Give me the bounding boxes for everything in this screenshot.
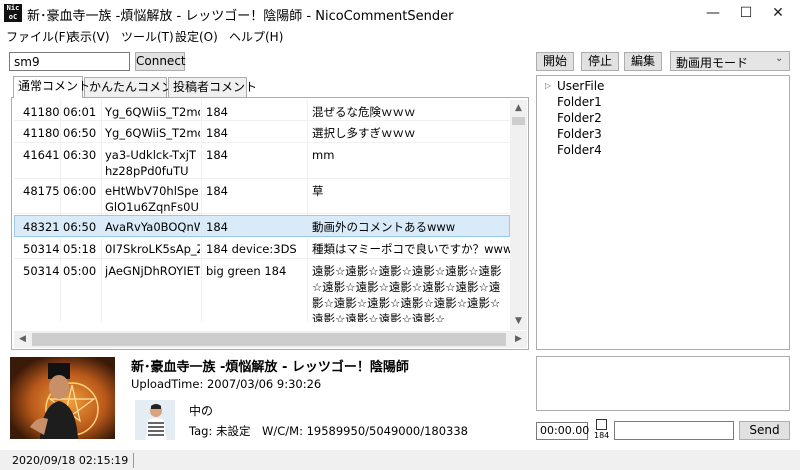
maximize-icon: ☐: [739, 5, 753, 21]
tab-easy-comments[interactable]: かんたんコメント: [84, 77, 185, 97]
comment-user: eHtWbV70hlSpeGlO1u6ZqnFs0U: [105, 184, 199, 214]
tab-normal-comments[interactable]: 通常コメント: [13, 76, 90, 98]
menu-bar: ファイル(F) 表示(V) ツール(T) 設定(O) ヘルプ(H): [0, 26, 800, 46]
title-bar: Nic oC 新･豪血寺一族 -煩悩解放 - レッツゴー！陰陽師 - NicoC…: [0, 0, 800, 26]
comment-time: 06:50: [63, 126, 97, 140]
tree-item-folder1[interactable]: Folder1: [557, 95, 602, 109]
comment-mail: 184: [206, 148, 228, 162]
tag-line: Tag: 未設定 W/C/M: 19589950/5049000/180338: [189, 424, 468, 438]
comment-memo-box[interactable]: [536, 356, 790, 411]
folder-tree[interactable]: ▷ UserFile Folder1 Folder2 Folder3 Folde…: [536, 75, 790, 350]
comment-text: 動画外のコメントあるwww: [312, 220, 456, 234]
anonymous-checkbox[interactable]: [596, 419, 607, 430]
menu-tools[interactable]: ツール(T): [119, 28, 176, 45]
menu-settings[interactable]: 設定(O): [173, 28, 220, 45]
expand-arrow-icon[interactable]: ▷: [545, 81, 551, 90]
comment-time: 06:00: [63, 184, 97, 198]
table-row[interactable]: 41641 06:30 ya3-Udklck-TxjThz28pPd0fuTU …: [14, 143, 510, 179]
status-divider: [133, 453, 134, 468]
uploader-avatar: [135, 400, 175, 440]
table-row[interactable]: 50314 05:00 jAeGNjDhROYIETE big green 18…: [14, 259, 510, 322]
start-button[interactable]: 開始: [536, 52, 574, 71]
uploader-name: 中の: [189, 404, 214, 418]
horizontal-scroll-thumb[interactable]: [32, 333, 506, 346]
comment-grid[interactable]: 41180 06:01 Yg_6QWiiS_T2mq3 184 混ぜるな危険ｗｗ…: [14, 100, 510, 322]
table-row[interactable]: 50314 05:18 0I7SkroLK5sAp_Zr 184 device:…: [14, 237, 510, 259]
comment-no: 50314: [23, 242, 59, 256]
comment-no: 41180: [23, 126, 59, 140]
close-icon: ✕: [772, 5, 784, 21]
comment-user: jAeGNjDhROYIETE: [105, 264, 200, 278]
comment-no: 48321: [23, 220, 59, 234]
comment-text: 混ぜるな危険ｗｗｗ: [312, 105, 416, 119]
comment-user: Yg_6QWiiS_T2mq3: [105, 126, 200, 140]
minimize-icon: —: [706, 5, 720, 21]
tree-item-folder2[interactable]: Folder2: [557, 111, 602, 125]
comment-user: 0I7SkroLK5sAp_Zr: [105, 242, 200, 256]
vertical-scrollbar[interactable]: ▲ ▼: [510, 100, 527, 330]
window-title: 新･豪血寺一族 -煩悩解放 - レッツゴー！陰陽師 - NicoCommentS…: [27, 9, 454, 24]
comment-no: 41180: [23, 105, 59, 119]
comment-time: 05:00: [63, 264, 97, 278]
comment-mail: big green 184: [206, 264, 287, 278]
comment-text: mm: [312, 148, 335, 162]
anonymous-label: 184: [594, 431, 610, 440]
table-row-selected[interactable]: 48321 06:50 AvaRvYa0BOQnWt 184 動画外のコメントあ…: [14, 215, 510, 237]
video-id-input[interactable]: sm9: [9, 52, 130, 71]
scroll-down-icon[interactable]: ▼: [510, 313, 527, 330]
comment-mail: 184: [206, 105, 228, 119]
vpos-input[interactable]: 00:00.00: [536, 422, 589, 440]
comment-user: AvaRvYa0BOQnWt: [105, 220, 200, 234]
tab-owner-comments[interactable]: 投稿者コメント: [168, 77, 257, 97]
send-button[interactable]: Send: [739, 421, 790, 440]
comment-text: 遠影☆遠影☆遠影☆遠影☆遠影☆遠影☆遠影☆遠影☆遠影☆遠影☆遠影☆遠影☆遠影☆遠…: [312, 264, 502, 322]
thumbnail-image: [10, 357, 115, 439]
app-icon: Nic oC: [4, 4, 22, 22]
comment-time: 06:30: [63, 148, 97, 162]
comment-text: 種類はマミーポコで良いですか？wwww: [312, 242, 510, 256]
connect-button[interactable]: Connect: [135, 52, 186, 71]
stop-button[interactable]: 停止: [581, 52, 619, 71]
comment-text: 選択し多すぎｗｗｗ: [312, 126, 416, 140]
comment-time: 05:18: [63, 242, 97, 256]
comment-no: 41641: [23, 148, 59, 162]
status-datetime: 2020/09/18 02:15:19: [12, 454, 129, 467]
upload-time: UploadTime: 2007/03/06 9:30:26: [131, 377, 322, 391]
table-row[interactable]: 41180 06:01 Yg_6QWiiS_T2mq3 184 混ぜるな危険ｗｗ…: [14, 100, 510, 121]
comment-user: ya3-Udklck-TxjThz28pPd0fuTU: [105, 148, 197, 178]
video-title: 新･豪血寺一族 -煩悩解放 - レッツゴー！陰陽師: [131, 360, 409, 375]
tree-item-userfile[interactable]: UserFile: [557, 79, 604, 93]
comment-mail: 184: [206, 220, 228, 234]
comment-mail: 184 device:3DS: [206, 242, 297, 256]
comment-input[interactable]: [614, 421, 734, 440]
vertical-scroll-thumb[interactable]: [512, 117, 525, 125]
comment-user: Yg_6QWiiS_T2mq3: [105, 105, 200, 119]
tree-item-folder4[interactable]: Folder4: [557, 143, 602, 157]
comment-mail: 184: [206, 126, 228, 140]
scroll-up-icon[interactable]: ▲: [510, 100, 527, 117]
comment-text: 草: [312, 184, 324, 198]
menu-help[interactable]: ヘルプ(H): [227, 28, 285, 45]
edit-button[interactable]: 編集: [624, 52, 662, 71]
table-row[interactable]: 41180 06:50 Yg_6QWiiS_T2mq3 184 選択し多すぎｗｗ…: [14, 121, 510, 143]
menu-file[interactable]: ファイル(F): [4, 28, 72, 45]
comment-no: 48175: [23, 184, 59, 198]
scroll-right-icon[interactable]: ▶: [510, 331, 527, 348]
mode-select-value: 動画用モード: [676, 56, 749, 70]
comment-no: 50314: [23, 264, 59, 278]
avatar-image: [135, 400, 175, 440]
chevron-down-icon: ⌄: [775, 53, 784, 64]
scroll-left-icon[interactable]: ◀: [14, 331, 31, 348]
status-bar: 2020/09/18 02:15:19: [0, 450, 800, 470]
comment-mail: 184: [206, 184, 228, 198]
table-row[interactable]: 48175 06:00 eHtWbV70hlSpeGlO1u6ZqnFs0U 1…: [14, 179, 510, 214]
menu-view[interactable]: 表示(V): [66, 28, 112, 45]
close-button[interactable]: ✕: [755, 0, 800, 26]
comment-time: 06:50: [63, 220, 97, 234]
tree-item-folder3[interactable]: Folder3: [557, 127, 602, 141]
comment-time: 06:01: [63, 105, 97, 119]
video-thumbnail: [10, 357, 115, 439]
mode-select[interactable]: 動画用モード ⌄: [670, 51, 790, 71]
